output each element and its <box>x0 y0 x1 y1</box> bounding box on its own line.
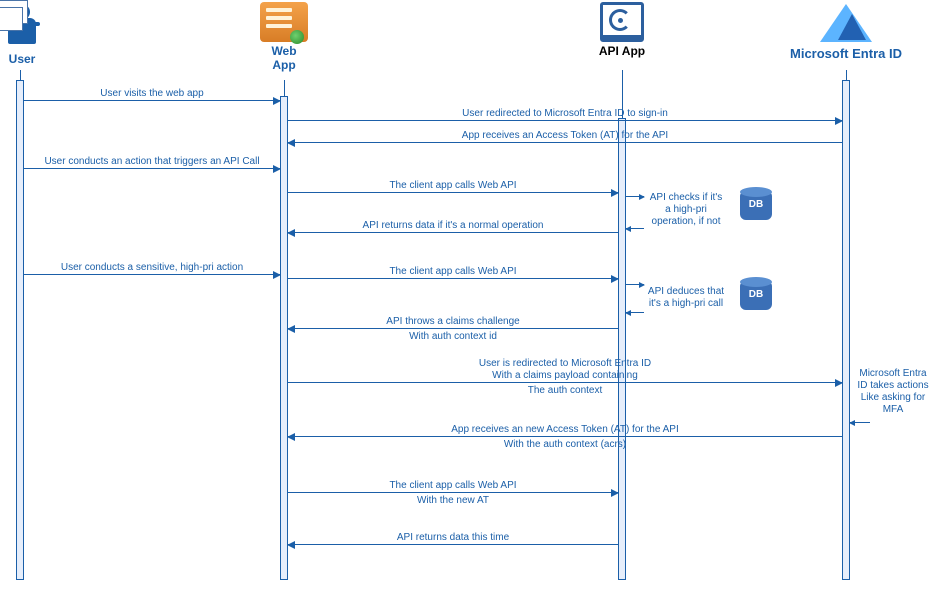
server-icon <box>260 2 308 42</box>
note-check-highpri: API checks if it's a high-pri operation,… <box>640 192 732 228</box>
participant-api-label: API App <box>562 44 682 58</box>
database-icon-2: DB <box>740 282 772 310</box>
database-icon-1: DB <box>740 192 772 220</box>
participant-entra-label: Microsoft Entra ID <box>766 46 926 61</box>
msg-call-webapi-1: The client app calls Web API <box>288 192 618 193</box>
msg-sensitive-action: User conducts a sensitive, high-pri acti… <box>24 274 280 275</box>
self-arrow-out-2 <box>626 284 644 285</box>
self-arrow-out-1 <box>626 196 644 197</box>
activation-entra <box>842 80 850 580</box>
msg-new-at: App receives an new Access Token (AT) fo… <box>288 436 842 437</box>
msg-receive-at: App receives an Access Token (AT) for th… <box>288 142 842 143</box>
note-deduce-highpri: API deduces that it's a high-pri call <box>640 286 732 310</box>
msg-redirect-authcontext: User is redirected to Microsoft Entra ID… <box>288 382 842 383</box>
self-arrow-in-2 <box>626 312 644 313</box>
participant-entra: Microsoft Entra ID <box>766 0 926 61</box>
entra-icon <box>820 0 872 44</box>
participant-api: API App <box>562 2 682 58</box>
participant-webapp: Web App <box>224 2 344 72</box>
msg-redirect-signin: User redirected to Microsoft Entra ID to… <box>288 120 842 121</box>
msg-claims-challenge: API throws a claims challenge With auth … <box>288 328 618 329</box>
self-arrow-entra <box>850 422 870 423</box>
msg-return-data: API returns data this time <box>288 544 618 545</box>
msg-call-webapi-3: The client app calls Web API With the ne… <box>288 492 618 493</box>
msg-call-webapi-2: The client app calls Web API <box>288 278 618 279</box>
msg-trigger-apicall: User conducts an action that triggers an… <box>24 168 280 169</box>
activation-api <box>618 118 626 580</box>
activation-webapp <box>280 96 288 580</box>
note-entra-mfa: Microsoft Entra ID takes actions Like as… <box>852 368 934 416</box>
self-arrow-in-1 <box>626 228 644 229</box>
msg-visit-webapp: User visits the web app <box>24 100 280 101</box>
participant-user: User <box>0 2 82 66</box>
api-icon <box>600 2 644 42</box>
activation-user <box>16 80 24 580</box>
msg-return-normal: API returns data if it's a normal operat… <box>288 232 618 233</box>
participant-user-label: User <box>0 52 82 66</box>
windows-icon <box>0 0 28 24</box>
participant-webapp-label: Web App <box>224 44 344 72</box>
